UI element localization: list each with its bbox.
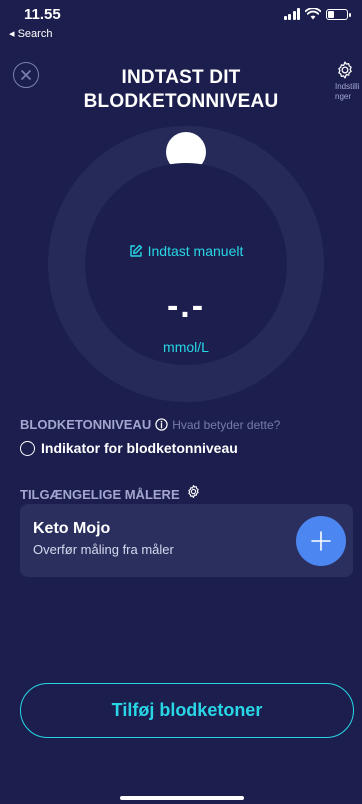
ketone-level-label: BLODKETONNIVEAU [20,417,152,432]
meters-label: TILGÆNGELIGE MÅLERE [20,486,180,502]
info-icon[interactable] [155,418,168,431]
status-time: 11.55 [24,6,61,23]
ketone-indicator-option[interactable]: Indikator for blodketonniveau [20,440,238,456]
plus-icon [311,531,331,551]
add-meter-button[interactable] [296,516,346,566]
help-link[interactable]: Hvad betyder dette? [172,418,280,432]
meters-settings-button[interactable] [186,484,201,504]
meter-description: Overfør måling fra måler [33,542,174,557]
battery-icon [326,8,351,20]
settings-button[interactable]: Indstillinger [328,60,362,102]
meter-name: Keto Mojo [33,520,111,537]
page-title: INDTAST DIT BLODKETONNIVEAU [70,66,292,114]
indicator-radio[interactable] [20,440,35,456]
add-blood-ketones-button[interactable]: Tilføj blodketoner [20,683,354,738]
manual-entry-label: Indtast manuelt [147,243,244,259]
close-icon [21,70,31,80]
page-title-line1: INDTAST DIT [121,67,241,88]
ketone-gauge[interactable]: Indtast manuelt -.- mmol/L [48,126,324,402]
back-to-search-link[interactable]: ◂ Search [9,27,52,40]
status-icons [283,8,351,20]
meter-card[interactable]: Keto Mojo Overfør måling fra måler [20,504,353,577]
manual-entry-button[interactable]: Indtast manuelt [85,243,287,259]
ketone-level-header: BLODKETONNIVEAU Hvad betyder dette? [20,417,280,432]
gear-icon [338,61,352,79]
wifi-icon [305,8,321,20]
ketone-reading: -.- [166,287,206,325]
indicator-label: Indikator for blodketonniveau [41,440,238,456]
home-indicator [120,796,244,800]
meters-header: TILGÆNGELIGE MÅLERE [20,484,201,504]
gear-icon [187,485,199,498]
gauge-center: Indtast manuelt -.- mmol/L [85,163,287,365]
signal-icon [283,8,300,20]
reading-unit: mmol/L [163,339,209,355]
status-bar: 11.55 ◂ Search [0,0,362,46]
settings-label: Indstillinger [335,82,360,101]
page-title-line2: BLODKETONNIVEAU [83,91,279,112]
edit-icon [129,244,142,257]
close-button[interactable] [13,62,39,88]
